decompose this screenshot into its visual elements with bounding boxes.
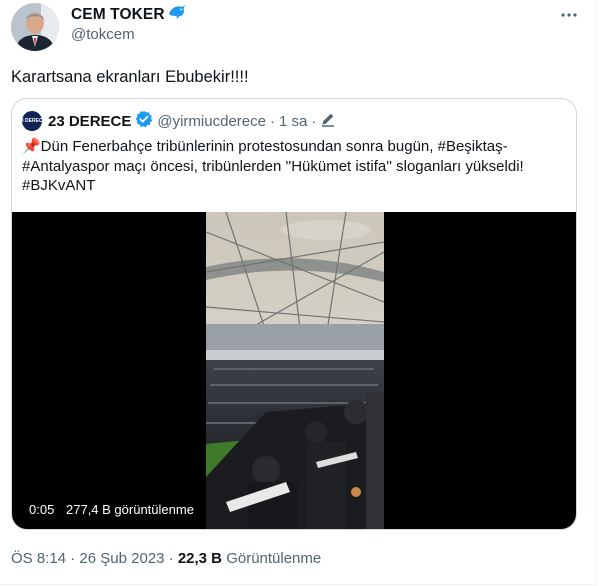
- quoted-author-avatar[interactable]: 23 DERECE: [18, 111, 46, 131]
- video-view-count: 277,4 B görüntülenme: [66, 502, 194, 517]
- tweet-views-count: 22,3 B: [177, 550, 223, 567]
- quoted-author-handle[interactable]: @yirmiucderece: [157, 113, 266, 130]
- video-thumbnail: [206, 212, 384, 529]
- quoted-separator-2: ·: [311, 112, 317, 130]
- avatar-photo: [11, 3, 59, 51]
- quoted-time[interactable]: 1 sa: [279, 113, 307, 130]
- quoted-author-name[interactable]: 23 DERECE: [48, 113, 131, 130]
- video-player[interactable]: 0:05 277,4 B görüntülenme: [12, 212, 576, 529]
- author-name-row[interactable]: CEM TOKER: [71, 4, 186, 25]
- verified-badge-icon: [135, 110, 153, 132]
- quoted-tweet[interactable]: 23 DERECE 23 DERECE @yirmiucderece · 1 s…: [11, 98, 577, 530]
- tweet-date[interactable]: 26 Şub 2023: [79, 550, 164, 567]
- tweet-time[interactable]: ÖS 8:14: [11, 550, 66, 567]
- tweet-views-label: Görüntülenme: [226, 550, 322, 567]
- author-avatar[interactable]: [11, 3, 59, 51]
- more-icon[interactable]: [558, 6, 580, 26]
- meta-separator-2: ·: [168, 550, 174, 567]
- tweet-text: Karartsana ekranları Ebubekir!!!!: [11, 68, 249, 86]
- tweet-meta: ÖS 8:14 · 26 Şub 2023 · 22,3 B Görüntüle…: [11, 550, 321, 567]
- tweet-divider: [0, 584, 597, 585]
- dolphin-icon: [168, 4, 186, 25]
- column-border: [596, 0, 597, 586]
- quoted-avatar-text: 23 DERECE: [18, 118, 46, 124]
- pencil-icon: [320, 111, 336, 131]
- quoted-tweet-header: 23 DERECE 23 DERECE @yirmiucderece · 1 s…: [18, 110, 336, 132]
- author-handle[interactable]: @tokcem: [71, 26, 135, 43]
- quoted-separator: ·: [269, 112, 275, 130]
- meta-separator: ·: [70, 550, 76, 567]
- video-duration: 0:05: [29, 502, 55, 517]
- author-name[interactable]: CEM TOKER: [71, 6, 165, 24]
- quoted-tweet-text: 📌Dün Fenerbahçe tribünlerinin protestosu…: [22, 138, 524, 194]
